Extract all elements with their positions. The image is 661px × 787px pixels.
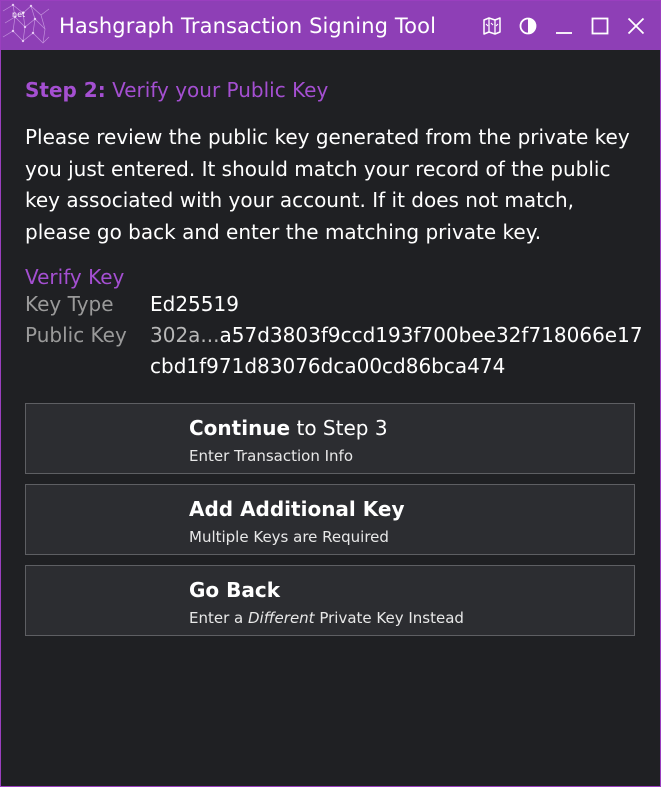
continue-button[interactable]: Continue to Step 3 Enter Transaction Inf… [25, 403, 635, 474]
add-key-button-label: Add Additional Key [189, 497, 405, 521]
step-heading: Step 2: Verify your Public Key [25, 78, 636, 102]
app-window: net Hashgraph Transaction Signing Tool S… [0, 0, 661, 787]
go-back-button-sublabel: Enter a Different Private Key Instead [189, 609, 464, 627]
window-title: Hashgraph Transaction Signing Tool [59, 13, 437, 38]
add-key-label-bold: Add Additional Key [189, 497, 405, 521]
verify-key-heading: Verify Key [25, 265, 125, 289]
key-type-value: Ed25519 [150, 292, 239, 316]
app-logo: net [1, 1, 51, 50]
contrast-icon[interactable] [510, 1, 546, 50]
go-back-button[interactable]: Go Back Enter a Different Private Key In… [25, 565, 635, 636]
key-type-label: Key Type [25, 292, 114, 316]
main-content: Step 2: Verify your Public Key Please re… [1, 50, 660, 636]
go-back-sub-pre: Enter a [189, 609, 248, 627]
add-additional-key-button[interactable]: Add Additional Key Multiple Keys are Req… [25, 484, 635, 555]
public-key-prefix: 302a... [150, 323, 220, 347]
continue-button-label: Continue to Step 3 [189, 416, 388, 440]
go-back-button-label: Go Back [189, 578, 280, 602]
action-buttons: Continue to Step 3 Enter Transaction Inf… [25, 403, 636, 636]
step-title: Verify your Public Key [112, 78, 329, 102]
instructions-text: Please review the public key generated f… [25, 125, 630, 244]
continue-label-bold: Continue [189, 416, 291, 440]
key-details: Key Type Ed25519 Public Key 302a...a57d3… [25, 289, 643, 382]
go-back-label-bold: Go Back [189, 578, 281, 602]
go-back-sub-post: Private Key Instead [314, 609, 464, 627]
step-number: Step 2: [25, 78, 106, 102]
map-icon[interactable] [474, 1, 510, 50]
public-key-value-block: 302a...a57d3803f9ccd193f700bee32f718066e… [150, 320, 650, 382]
continue-label-rest: to Step 3 [290, 416, 388, 440]
title-controls [474, 1, 660, 50]
go-back-sub-em: Different [248, 609, 315, 627]
public-key-value: a57d3803f9ccd193f700bee32f718066e17cbd1f… [150, 323, 643, 378]
close-icon[interactable] [618, 1, 654, 50]
public-key-label: Public Key [25, 323, 127, 347]
continue-button-sublabel: Enter Transaction Info [189, 447, 353, 465]
minimize-icon[interactable] [546, 1, 582, 50]
maximize-icon[interactable] [582, 1, 618, 50]
title-bar[interactable]: net Hashgraph Transaction Signing Tool [1, 1, 660, 50]
add-key-button-sublabel: Multiple Keys are Required [189, 528, 389, 546]
logo-text: net [12, 10, 25, 19]
